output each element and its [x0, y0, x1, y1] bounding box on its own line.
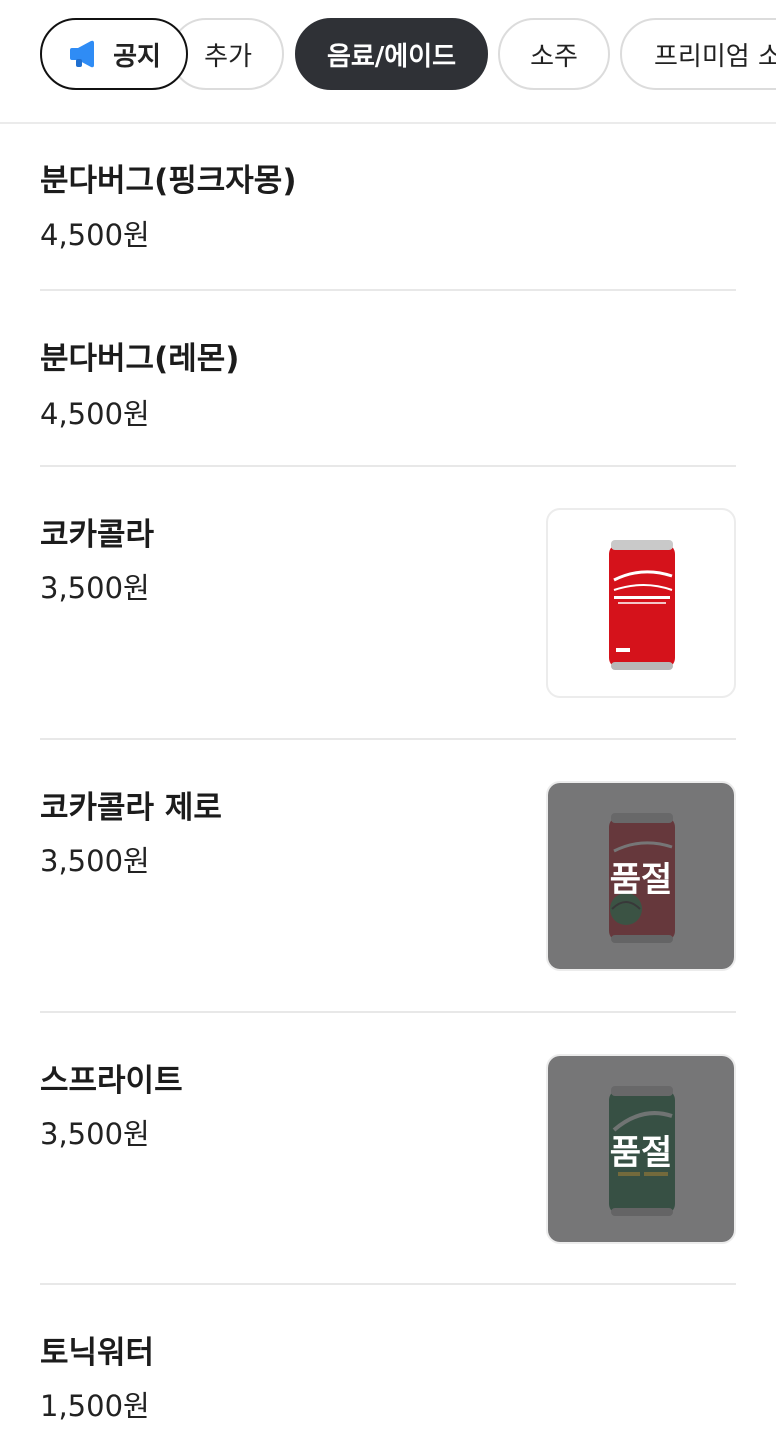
- menu-list: 분다버그(핑크자몽) 4,500원 분다버그(레몬) 4,500원 코카콜라 3…: [40, 122, 736, 1445]
- soldout-badge: 품절: [609, 859, 673, 900]
- menu-item-name: 스프라이트: [40, 1063, 183, 1099]
- megaphone-icon: [70, 40, 95, 68]
- menu-item-name: 토닉워터: [40, 1335, 155, 1371]
- tab-label: 음료/에이드: [326, 41, 457, 72]
- menu-item-price: 3,500원: [40, 1117, 150, 1151]
- tab-label: 추가: [204, 41, 252, 72]
- tab-label: 공지: [113, 41, 161, 72]
- menu-item[interactable]: 코카콜라 제로 3,500원 품절: [40, 740, 736, 1013]
- tab-label: 소주: [530, 41, 578, 72]
- menu-item[interactable]: 분다버그(레몬) 4,500원: [40, 291, 736, 467]
- tab-drinks[interactable]: 음료/에이드: [295, 18, 488, 90]
- menu-item-price: 4,500원: [40, 218, 150, 252]
- coca-cola-zero-image[interactable]: 품절: [546, 781, 736, 971]
- menu-item-name: 분다버그(레몬): [40, 341, 240, 377]
- tab-soju[interactable]: 소주: [498, 18, 610, 90]
- menu-item-price: 1,500원: [40, 1389, 150, 1423]
- soldout-badge: 품절: [609, 1132, 673, 1173]
- category-tab-bar: 추가 공지 음료/에이드 소주 프리미엄 소: [0, 0, 776, 124]
- soda-can-image: [609, 540, 675, 670]
- sprite-image[interactable]: 품절: [546, 1054, 736, 1244]
- tab-premium[interactable]: 프리미엄 소: [620, 18, 776, 90]
- menu-item-price: 4,500원: [40, 397, 150, 431]
- menu-item[interactable]: 분다버그(핑크자몽) 4,500원: [40, 122, 736, 291]
- coca-cola-image[interactable]: [546, 508, 736, 698]
- tab-notice[interactable]: 공지: [40, 18, 188, 90]
- menu-item-price: 3,500원: [40, 571, 150, 605]
- menu-item[interactable]: 토닉워터 1,500원: [40, 1285, 736, 1445]
- menu-item[interactable]: 코카콜라 3,500원: [40, 467, 736, 740]
- menu-item-name: 코카콜라 제로: [40, 790, 222, 826]
- menu-item-name: 분다버그(핑크자몽): [40, 163, 297, 199]
- menu-item-name: 코카콜라: [40, 517, 155, 553]
- tab-label: 프리미엄 소: [654, 41, 776, 72]
- menu-item[interactable]: 스프라이트 3,500원 품절: [40, 1013, 736, 1285]
- menu-item-price: 3,500원: [40, 844, 150, 878]
